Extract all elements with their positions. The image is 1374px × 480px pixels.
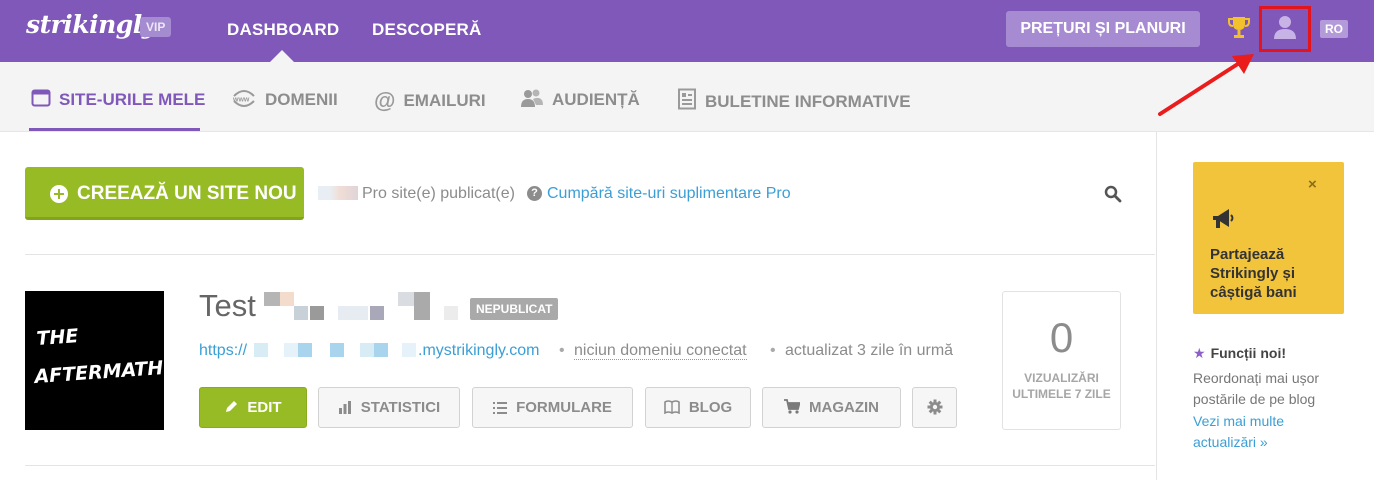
- blog-button[interactable]: BLOG: [645, 387, 751, 428]
- tab-domains[interactable]: www DOMENII: [231, 88, 338, 110]
- divider: [25, 254, 1155, 255]
- separator-dot: •: [770, 342, 776, 359]
- create-site-label: CREEAZĂ UN SITE NOU: [77, 183, 297, 204]
- stats-label: STATISTICI: [360, 399, 441, 416]
- trophy-icon[interactable]: [1228, 15, 1250, 41]
- close-icon[interactable]: ×: [1308, 176, 1317, 193]
- news-text: Reordonați mai ușor postările de pe blog: [1193, 370, 1320, 407]
- at-icon: @: [374, 88, 396, 113]
- tab-my-sites[interactable]: SITE-URILE MELE: [31, 88, 205, 110]
- tab-emails[interactable]: @ EMAILURI: [374, 88, 486, 114]
- search-icon[interactable]: [1104, 185, 1122, 203]
- news-title: ★ Funcții noi!: [1193, 345, 1286, 362]
- user-icon[interactable]: [1272, 14, 1298, 40]
- store-label: MAGAZIN: [809, 399, 879, 416]
- forms-button[interactable]: FORMULARE: [472, 387, 633, 428]
- edit-label: EDIT: [247, 399, 282, 416]
- list-icon: [493, 402, 508, 414]
- stats-button[interactable]: STATISTICI: [318, 387, 460, 428]
- plus-icon: [50, 185, 68, 203]
- help-icon[interactable]: ?: [527, 186, 542, 201]
- status-badge: NEPUBLICAT: [470, 298, 559, 320]
- tab-label: AUDIENȚĂ: [552, 90, 640, 109]
- site-title[interactable]: Test: [199, 288, 256, 324]
- svg-text:www: www: [232, 97, 250, 104]
- site-url-suffix[interactable]: .mystrikingly.com: [418, 342, 540, 360]
- pricing-button[interactable]: PREȚURI ȘI PLANURI: [1006, 11, 1200, 47]
- site-url-prefix[interactable]: https://: [199, 342, 247, 360]
- thumbnail-text-1: THE: [36, 325, 79, 350]
- cart-icon: [784, 399, 800, 414]
- separator-dot: •: [559, 342, 565, 359]
- bar-chart-icon: [338, 401, 351, 414]
- audience-icon: [521, 89, 543, 107]
- updated-text: actualizat 3 zile în urmă: [785, 342, 954, 359]
- thumbnail-text-2: AFTERMATH: [32, 357, 164, 388]
- sidebar-divider: [1156, 132, 1157, 480]
- site-thumbnail[interactable]: THE AFTERMATH: [25, 291, 164, 430]
- create-site-button[interactable]: CREEAZĂ UN SITE NOU: [25, 167, 304, 220]
- star-icon: ★: [1193, 345, 1206, 361]
- vip-badge: VIP: [140, 17, 172, 37]
- tab-label: DOMENII: [265, 90, 338, 109]
- newsletter-icon: [678, 88, 696, 110]
- tab-newsletters[interactable]: BULETINE INFORMATIVE: [677, 88, 911, 112]
- www-icon: www: [232, 90, 255, 107]
- active-nav-caret: [270, 50, 294, 62]
- blog-label: BLOG: [688, 399, 733, 416]
- domain-status-text: niciun domeniu conectat: [574, 342, 747, 360]
- logo[interactable]: strikingly: [26, 10, 156, 39]
- annotation-arrow: [1158, 54, 1254, 116]
- promo-text: Partajează Strikingly și câștigă bani: [1210, 246, 1297, 301]
- tab-label: SITE-URILE MELE: [59, 90, 206, 109]
- pro-sites-text: Pro site(e) publicat(e): [362, 185, 515, 202]
- edit-button[interactable]: EDIT: [199, 387, 307, 428]
- nav-dashboard[interactable]: DASHBOARD: [227, 20, 339, 40]
- book-icon: [664, 400, 680, 414]
- megaphone-icon: [1213, 209, 1234, 228]
- language-selector[interactable]: RO: [1320, 20, 1348, 38]
- thumbnail-art: THE AFTERMATH: [32, 325, 164, 388]
- divider: [25, 465, 1155, 466]
- news-title-text: Funcții noi!: [1210, 345, 1286, 361]
- active-tab-underline: [29, 128, 200, 131]
- store-button[interactable]: MAGAZIN: [762, 387, 901, 428]
- referral-promo[interactable]: × Partajează Strikingly și câștigă bani: [1193, 162, 1344, 314]
- views-label: VIZUALIZĂRI ULTIMELE 7 ZILE: [1012, 371, 1111, 401]
- buy-pro-link[interactable]: Cumpără site-uri suplimentare Pro: [547, 185, 791, 203]
- redacted-count: [318, 186, 358, 200]
- gear-icon: [927, 399, 942, 415]
- nav-discover[interactable]: DESCOPERĂ: [372, 20, 482, 40]
- views-box: 0 VIZUALIZĂRI ULTIMELE 7 ZILE: [1002, 291, 1121, 430]
- tab-label: EMAILURI: [403, 91, 486, 110]
- see-more-updates-link[interactable]: Vezi mai multe actualizări »: [1193, 411, 1343, 453]
- forms-label: FORMULARE: [516, 399, 612, 416]
- pencil-icon: [226, 401, 238, 412]
- domain-status[interactable]: niciun domeniu conectat: [574, 342, 747, 360]
- tab-label: BULETINE INFORMATIVE: [705, 92, 911, 111]
- tab-audience[interactable]: AUDIENȚĂ: [520, 88, 640, 110]
- settings-button[interactable]: [912, 387, 957, 428]
- views-count: 0: [1049, 314, 1074, 361]
- browser-icon: [31, 89, 51, 107]
